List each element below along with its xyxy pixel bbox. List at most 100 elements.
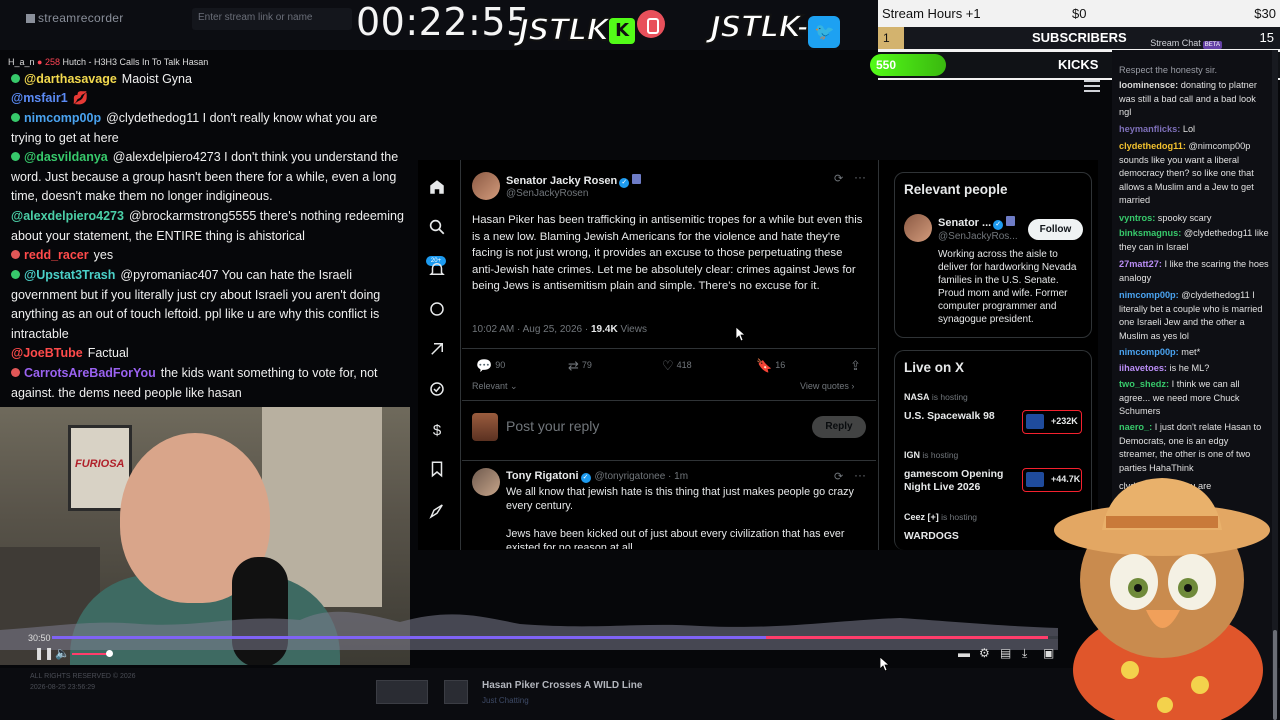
home-icon[interactable] — [426, 178, 448, 200]
relevant-person-bio: Working across the aisle to deliver for … — [938, 249, 1077, 325]
live-host[interactable]: NASA is hosting — [904, 392, 968, 402]
chat-username[interactable]: @JoeBTube — [11, 346, 83, 360]
chat-username[interactable]: @alexdelpiero4273 — [11, 209, 124, 223]
pause-icon[interactable]: ❚❚ — [34, 646, 54, 660]
live-space-title[interactable]: gamescom Opening Night Live 2026 — [904, 468, 1020, 494]
reply-sort-dropdown[interactable]: Relevant ⌄ — [472, 381, 518, 392]
stream-timer: 00:22:55 — [356, 0, 531, 44]
relevant-person-handle[interactable]: @SenJackyRos... — [938, 231, 1018, 242]
government-badge-icon — [632, 174, 642, 184]
relevant-person-avatar[interactable] — [904, 214, 932, 242]
premium-check-icon[interactable] — [426, 380, 448, 402]
reply-button[interactable]: Reply — [812, 416, 866, 438]
copyright-text: ALL RIGHTS RESERVED © 2026 2026-08-25 23:… — [30, 673, 136, 691]
chat-username[interactable]: nimcomp00p: — [1119, 347, 1179, 357]
chat-message: clydethedog11: @nimcomp00p sounds like y… — [1119, 140, 1269, 208]
like-action[interactable]: ♡ 418 — [662, 358, 692, 374]
chat-username[interactable]: nimcomp00p — [24, 111, 101, 125]
grok-explain-icon[interactable]: ⟳ — [834, 172, 843, 185]
playback-time: 30:50 — [28, 633, 51, 643]
reply-author-avatar[interactable] — [472, 468, 500, 496]
tweet-text: Hasan Piker has been trafficking in anti… — [472, 214, 863, 293]
more-options-icon[interactable]: ··· — [854, 170, 866, 184]
live-host[interactable]: Ceez [+] is hosting — [904, 512, 977, 522]
chat-message: binksmagnus: @clydethedog11 like they ca… — [1119, 227, 1269, 254]
next-video-thumb[interactable] — [376, 680, 428, 704]
live-space-title[interactable]: WARDOGS — [904, 530, 1020, 543]
twitter-brand-overlay: JSTLK- 🐦 — [709, 9, 841, 48]
shirt-flower — [1157, 697, 1173, 713]
penguin-mascot — [1054, 478, 1270, 720]
chat-username[interactable]: vyntros: — [1119, 213, 1155, 223]
stream-link-input[interactable]: Enter stream link or name — [192, 8, 352, 30]
chat-text: Maoist Gyna — [121, 72, 192, 86]
chat-username[interactable]: CarrotsAreBadForYou — [24, 366, 156, 380]
chat-username[interactable]: clydethedog11: — [1119, 141, 1186, 151]
chat-username[interactable]: @darthasavage — [24, 72, 117, 86]
bookmarks-icon[interactable] — [426, 460, 448, 482]
chat-username[interactable]: binksmagnus: — [1119, 228, 1181, 238]
chat-message: @darthasavage Maoist Gyna — [11, 70, 411, 90]
chat-username[interactable]: @dasvildanya — [24, 150, 108, 164]
next-video-title[interactable]: Hasan Piker Crosses A WILD Line — [482, 680, 642, 691]
chevron-down-icon: ⌄ — [510, 381, 518, 391]
money-icon[interactable]: $ — [426, 420, 448, 442]
search-icon[interactable] — [426, 218, 448, 240]
chat-username[interactable]: heymanflicks: — [1119, 124, 1180, 134]
relevant-person-name[interactable]: Senator ... ✓ — [938, 216, 1016, 230]
next-video-thumbnails[interactable] — [376, 680, 476, 708]
reply-input[interactable]: Post your reply — [506, 418, 599, 434]
live-listener-count[interactable]: +232K — [1022, 410, 1082, 434]
chat-message: @JoeBTube Factual — [11, 344, 411, 364]
volume-slider[interactable] — [72, 650, 113, 657]
logo-icon — [26, 14, 35, 23]
tweet-author-name[interactable]: Senator Jacky Rosen ✓ — [506, 174, 642, 188]
messages-icon[interactable] — [426, 300, 448, 322]
repost-action[interactable]: ⇄ 79 — [568, 358, 592, 374]
verified-icon: ✓ — [619, 178, 630, 188]
next-video-thumb[interactable] — [444, 680, 468, 704]
chat-icon[interactable]: ▬ — [958, 646, 970, 660]
reply-author-name[interactable]: Tony Rigatoni ✓ @tonyrigatonee · 1m — [506, 470, 688, 483]
menu-icon[interactable] — [1084, 80, 1100, 92]
live-host[interactable]: IGN is hosting — [904, 450, 958, 460]
notifications-bell-icon[interactable] — [426, 260, 448, 282]
bookmark-action[interactable]: 🔖 16 — [756, 358, 785, 374]
grok-icon[interactable] — [426, 340, 448, 362]
repost-icon: ⇄ — [568, 358, 579, 373]
follow-button[interactable]: Follow — [1028, 219, 1083, 240]
tweet-author-handle[interactable]: @SenJackyRosen — [506, 188, 588, 199]
settings-gear-icon[interactable]: ⚙ — [979, 646, 990, 660]
volume-icon[interactable]: 🔈 — [55, 646, 70, 660]
chat-username[interactable]: naero_: — [1119, 422, 1152, 432]
kick-logo-icon: K — [608, 18, 635, 44]
chat-username[interactable]: loominensce: — [1119, 80, 1178, 90]
chat-username[interactable]: @Upstat3Trash — [24, 268, 115, 282]
clip-icon[interactable]: ▤ — [1000, 646, 1011, 660]
chat-username[interactable]: redd_racer — [24, 248, 89, 262]
progress-bar[interactable] — [52, 636, 1058, 639]
chat-username[interactable]: @msfair1 — [11, 91, 68, 105]
chat-username[interactable]: nimcomp00p: — [1119, 290, 1179, 300]
chat-username[interactable]: two_shedz: — [1119, 379, 1169, 389]
chat-username[interactable]: iihavetoes: — [1119, 363, 1167, 373]
mascot-pupil-core — [1184, 584, 1192, 592]
mouse-cursor-icon — [736, 327, 746, 341]
streamrecorder-logo[interactable]: streamrecorder — [26, 11, 124, 25]
live-space-title[interactable]: U.S. Spacewalk 98 — [904, 410, 1020, 423]
volume-knob[interactable] — [105, 650, 113, 657]
verified-icon: ✓ — [993, 220, 1004, 230]
user-badge-icon — [11, 368, 20, 377]
download-icon[interactable]: ⤓ — [1022, 646, 1027, 661]
rocket-icon[interactable] — [426, 502, 448, 524]
screen: streamrecorder Enter stream link or name… — [0, 0, 1280, 720]
view-quotes-link[interactable]: View quotes › — [800, 381, 854, 391]
grok-explain-icon[interactable]: ⟳ — [834, 470, 843, 483]
reply-action[interactable]: 💬 90 — [476, 358, 505, 374]
tweet-author-avatar[interactable] — [472, 172, 500, 200]
live-on-x-title: Live on X — [904, 360, 965, 375]
verified-icon: ✓ — [580, 473, 591, 483]
chat-username[interactable]: 27matt27: — [1119, 259, 1162, 269]
more-options-icon[interactable]: ··· — [854, 468, 866, 482]
share-action[interactable]: ⇪ — [850, 358, 864, 374]
